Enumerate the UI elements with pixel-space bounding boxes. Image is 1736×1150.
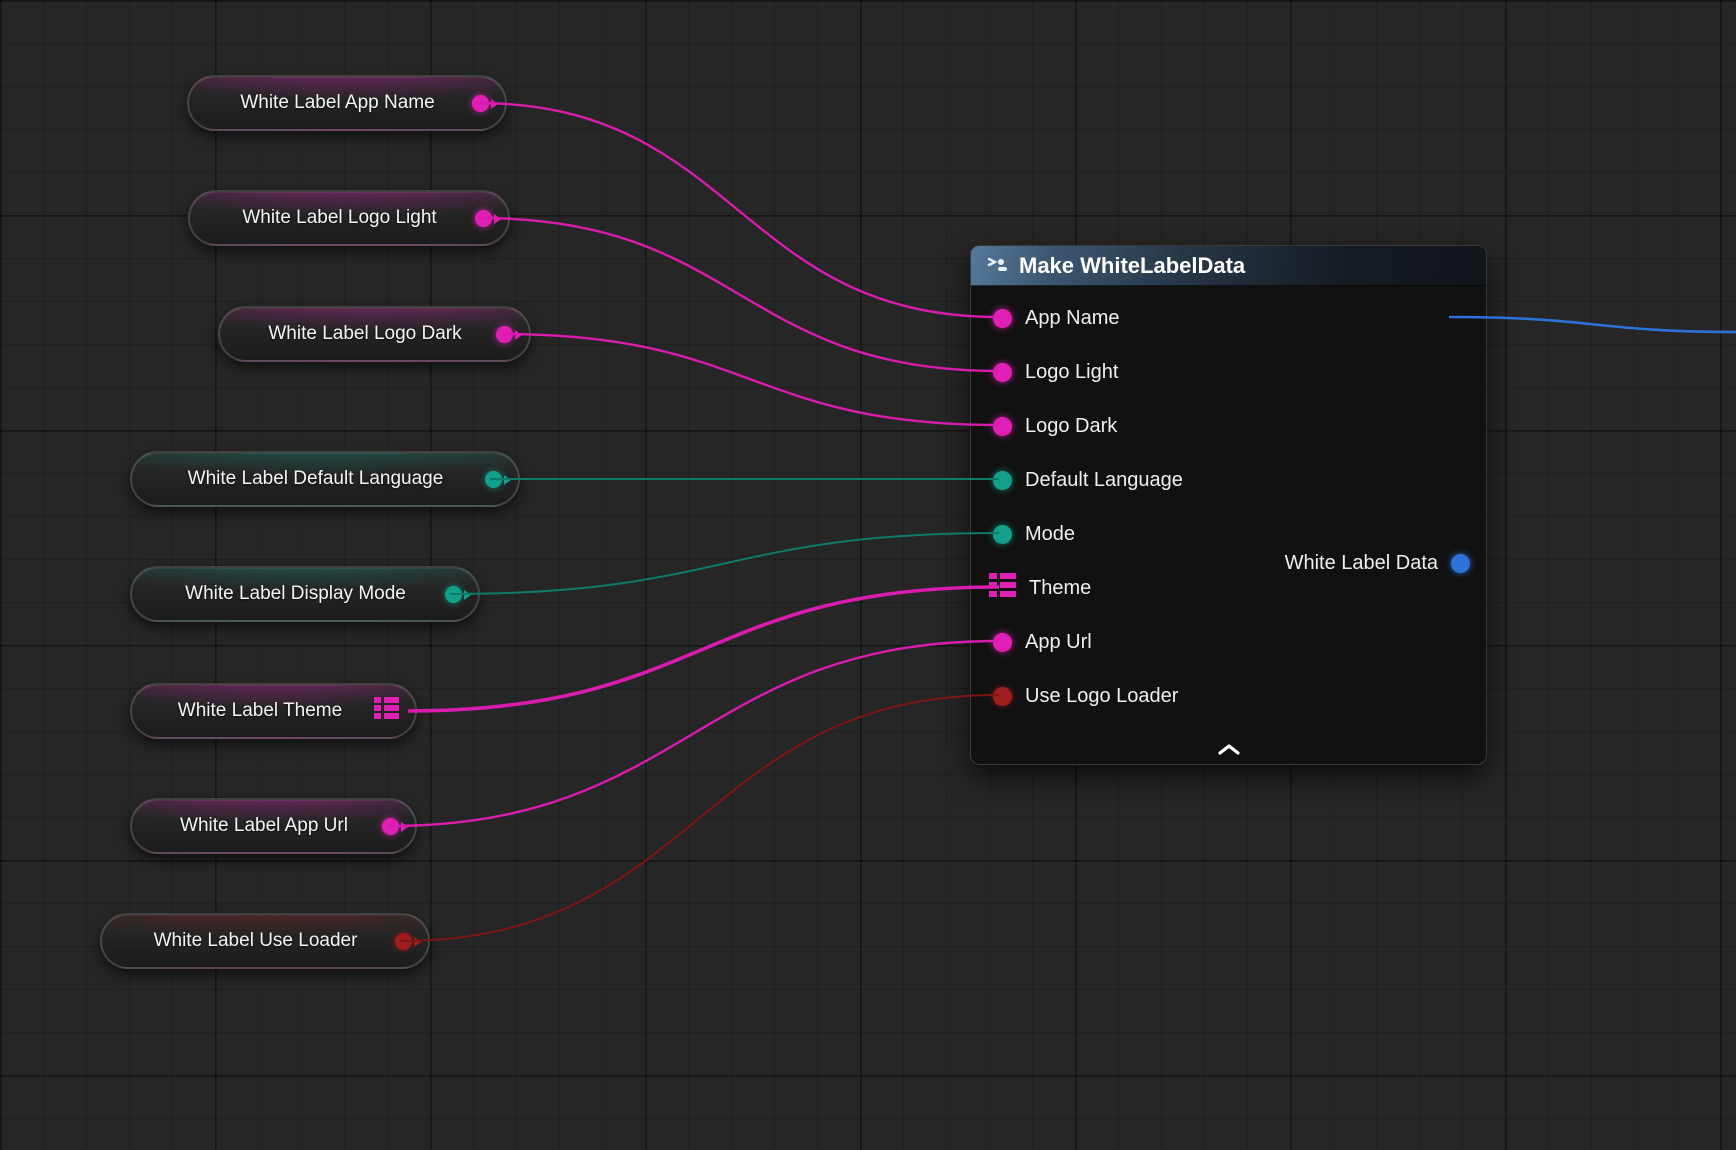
wire [480, 218, 999, 371]
node-white-label-logo-dark[interactable]: White Label Logo Dark [218, 306, 531, 362]
input-pin[interactable] [993, 417, 1012, 436]
node-label: White Label Logo Dark [242, 323, 496, 345]
node-label: White Label Default Language [154, 468, 485, 490]
node-label: White Label Display Mode [154, 583, 445, 605]
wire [1449, 317, 1736, 332]
node-white-label-app-name[interactable]: White Label App Name [187, 75, 507, 131]
pin-label: White Label Data [1285, 552, 1438, 575]
make-struct-icon [985, 255, 1009, 277]
output-pin[interactable] [485, 471, 502, 488]
pin-row-app-name: App Name [971, 291, 1486, 345]
pin-row-logo-light: Logo Light [971, 345, 1486, 399]
pin-label: Default Language [1025, 469, 1183, 492]
node-make-whitelabeldata[interactable]: Make WhiteLabelData App Name Logo Light … [970, 245, 1487, 765]
graph-canvas[interactable]: White Label App Name White Label Logo Li… [0, 0, 1736, 1150]
node-white-label-app-url[interactable]: White Label App Url [130, 798, 417, 854]
input-pin[interactable] [993, 525, 1012, 544]
output-pin[interactable] [475, 210, 492, 227]
input-pin[interactable] [993, 687, 1012, 706]
pin-label: Use Logo Loader [1025, 685, 1178, 708]
pin-label: App Name [1025, 307, 1120, 330]
node-title: Make WhiteLabelData [1019, 253, 1245, 279]
output-pin[interactable] [445, 586, 462, 603]
wire [408, 587, 999, 711]
pin-row-output: White Label Data [1285, 536, 1470, 590]
pin-label: Mode [1025, 523, 1075, 546]
node-header[interactable]: Make WhiteLabelData [971, 246, 1486, 286]
input-pin-list: App Name Logo Light Logo Dark Default La… [971, 286, 1486, 723]
pin-label: Logo Dark [1025, 415, 1117, 438]
wire [400, 695, 999, 941]
node-white-label-logo-light[interactable]: White Label Logo Light [188, 190, 510, 246]
struct-grid-icon[interactable] [374, 697, 399, 725]
pin-row-use-logo-loader: Use Logo Loader [971, 669, 1486, 723]
pin-row-app-url: App Url [971, 615, 1486, 669]
output-pin[interactable] [382, 818, 399, 835]
input-pin[interactable] [993, 633, 1012, 652]
node-white-label-use-loader[interactable]: White Label Use Loader [100, 913, 430, 969]
input-pin[interactable] [993, 471, 1012, 490]
node-label: White Label Theme [154, 700, 374, 722]
node-label: White Label App Name [211, 92, 472, 114]
node-label: White Label App Url [154, 815, 382, 837]
output-pin[interactable] [496, 326, 513, 343]
node-white-label-theme[interactable]: White Label Theme [130, 683, 417, 739]
node-white-label-display-mode[interactable]: White Label Display Mode [130, 566, 480, 622]
node-label: White Label Use Loader [124, 930, 395, 952]
pin-row-default-language: Default Language [971, 453, 1486, 507]
output-pin[interactable] [395, 933, 412, 950]
wire [503, 334, 999, 425]
output-pin[interactable] [472, 95, 489, 112]
wire [388, 641, 999, 826]
node-label: White Label Logo Light [212, 207, 475, 229]
node-white-label-default-language[interactable]: White Label Default Language [130, 451, 520, 507]
pin-label: Logo Light [1025, 361, 1118, 384]
input-pin[interactable] [993, 363, 1012, 382]
pin-label: Theme [1029, 577, 1091, 600]
chevron-up-icon[interactable] [1207, 738, 1251, 760]
pin-row-logo-dark: Logo Dark [971, 399, 1486, 453]
wire [477, 103, 999, 317]
pin-label: App Url [1025, 631, 1092, 654]
input-pin[interactable] [993, 309, 1012, 328]
struct-grid-icon[interactable] [989, 573, 1016, 603]
wire [450, 533, 999, 594]
output-pin[interactable] [1451, 554, 1470, 573]
